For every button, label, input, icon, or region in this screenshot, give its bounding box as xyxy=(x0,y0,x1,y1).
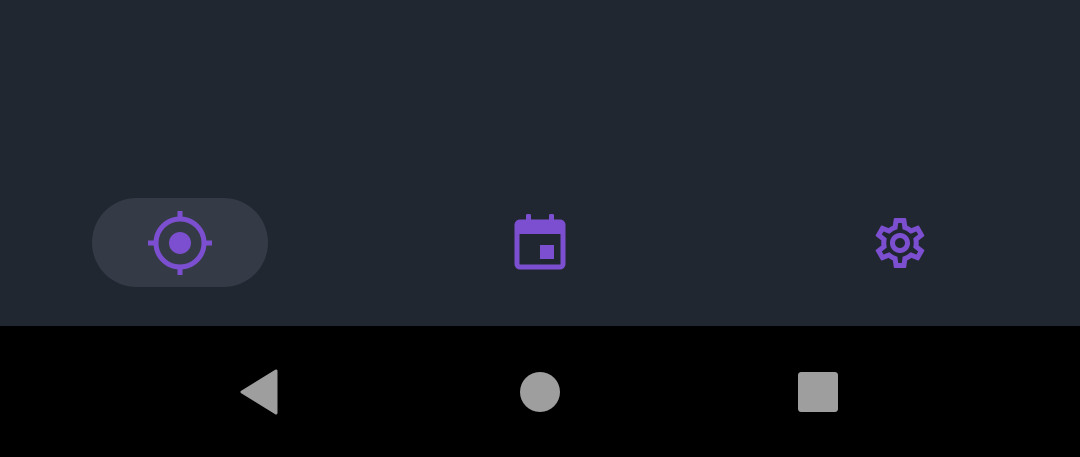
home-button[interactable] xyxy=(504,356,576,428)
recents-square-icon xyxy=(798,372,838,412)
nav-item-settings[interactable] xyxy=(812,198,988,287)
gear-icon xyxy=(875,217,925,268)
calendar-icon xyxy=(514,213,566,269)
nav-item-location[interactable] xyxy=(92,198,268,287)
system-navigation-bar xyxy=(0,326,1080,457)
my-location-icon xyxy=(148,210,212,275)
nav-item-calendar[interactable] xyxy=(452,198,628,287)
home-circle-icon xyxy=(520,372,560,412)
bottom-navigation-bar xyxy=(0,198,1080,288)
back-button[interactable] xyxy=(223,356,295,428)
back-triangle-icon xyxy=(240,369,278,415)
recents-button[interactable] xyxy=(782,356,854,428)
